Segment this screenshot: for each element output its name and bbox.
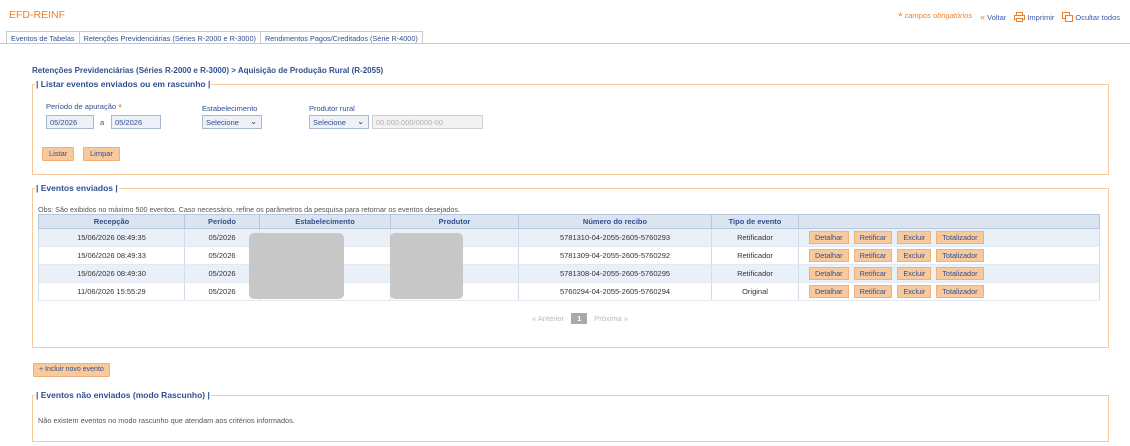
list-button[interactable]: Listar [42,147,75,161]
delete-button[interactable]: Excluir [897,249,932,262]
table-row: 11/06/2026 15:55:29 05/2026 5760294-04-2… [38,282,1100,301]
chevron-down-icon: ⌄ [250,117,257,126]
filter-legend-text: Listar eventos enviados ou em rascunho [40,79,206,89]
column-actions [798,214,1100,229]
column-reception[interactable]: Recepção [38,214,185,229]
producer-label: Produtor rural [309,104,355,113]
sent-events-legend-text: Eventos enviados [40,183,114,193]
redacted-producer [390,233,463,299]
sent-events-table: Recepção Período Estabelecimento Produto… [38,214,1100,301]
column-producer[interactable]: Produtor [390,214,519,229]
cell-reception: 15/06/2026 08:49:33 [38,246,185,265]
period-to-input[interactable]: 05/2026 [111,115,161,129]
asterisk-icon: * [898,11,903,23]
hide-all-link[interactable]: Ocultar todos [1062,12,1120,22]
totalizer-button[interactable]: Totalizador [936,231,984,244]
table-row: 15/06/2026 08:49:35 05/2026 5781310-04-2… [38,228,1100,247]
column-event-type[interactable]: Tipo de evento [711,214,799,229]
establishment-label: Estabelecimento [202,104,258,113]
establishment-select-value: Selecione [206,118,239,127]
sent-events-legend: | Eventos enviados | [36,183,118,193]
required-note: * campos obrigatórios [898,11,972,23]
redacted-establishment [249,233,344,299]
period-separator: a [100,118,105,127]
rectify-button[interactable]: Retificar [853,249,893,262]
totalizer-button[interactable]: Totalizador [936,249,984,262]
back-link-label: Voltar [987,12,1007,22]
cell-actions: Detalhar Retificar Excluir Totalizador [798,264,1100,283]
cell-receipt: 5760294-04-2055-2605-5760294 [518,282,712,301]
detail-button[interactable]: Detalhar [809,249,849,262]
detail-button[interactable]: Detalhar [809,285,849,298]
establishment-select[interactable]: Selecione ⌄ [202,115,262,129]
cell-type: Retificador [711,264,799,283]
rectify-button[interactable]: Retificar [853,267,893,280]
asterisk-icon: * [118,103,123,114]
table-row: 15/06/2026 08:49:33 05/2026 5781309-04-2… [38,246,1100,265]
column-period[interactable]: Período [184,214,260,229]
period-label-text: Período de apuração [46,102,117,111]
print-link[interactable]: Imprimir [1014,12,1054,22]
print-link-label: Imprimir [1027,12,1055,22]
hide-all-link-label: Ocultar todos [1075,12,1120,22]
table-header-row: Recepção Período Estabelecimento Produto… [38,214,1100,229]
back-link[interactable]: «Voltar [980,12,1006,22]
cell-receipt: 5781309-04-2055-2605-5760292 [518,246,712,265]
column-establishment[interactable]: Estabelecimento [259,214,391,229]
period-label: Período de apuração * [46,102,122,114]
producer-select-value: Selecione [313,118,346,127]
draft-empty-message: Não existem eventos no modo rascunho que… [38,416,295,425]
app-title: EFD-REINF [9,9,65,21]
windows-icon [1062,12,1074,22]
cell-receipt: 5781308-04-2055-2605-5760295 [518,264,712,283]
totalizer-button[interactable]: Totalizador [936,267,984,280]
producer-select[interactable]: Selecione ⌄ [309,115,369,129]
chevron-down-icon: ⌄ [357,117,364,126]
cell-type: Retificador [711,228,799,247]
sent-events-note: Obs: São exibidos no máximo 500 eventos.… [38,205,460,214]
pagination: « Anterior 1 Próxima » [0,313,1130,324]
add-event-button[interactable]: + Incluir novo evento [33,363,110,377]
producer-document-input[interactable]: 00.000.000/0000-00 [372,115,483,129]
delete-button[interactable]: Excluir [897,231,932,244]
printer-icon [1014,12,1026,22]
delete-button[interactable]: Excluir [897,267,932,280]
filter-legend: | Listar eventos enviados ou em rascunho… [36,79,211,89]
draft-events-legend: | Eventos não enviados (modo Rascunho) | [36,390,210,400]
breadcrumb: Retenções Previdenciárias (Séries R-2000… [32,66,384,75]
double-chevron-left-icon: « [980,12,986,22]
tab-divider [0,43,1130,44]
draft-events-legend-text: Eventos não enviados (modo Rascunho) [40,390,206,400]
cell-actions: Detalhar Retificar Excluir Totalizador [798,282,1100,301]
column-receipt-number[interactable]: Número do recibo [518,214,712,229]
table-row: 15/06/2026 08:49:30 05/2026 5781308-04-2… [38,264,1100,283]
period-from-input[interactable]: 05/2026 [46,115,94,129]
rectify-button[interactable]: Retificar [853,231,893,244]
current-page[interactable]: 1 [571,313,588,324]
delete-button[interactable]: Excluir [897,285,932,298]
top-links: * campos obrigatórios «Voltar Imprimir Oc… [898,11,1120,23]
cell-actions: Detalhar Retificar Excluir Totalizador [798,228,1100,247]
cell-actions: Detalhar Retificar Excluir Totalizador [798,246,1100,265]
rectify-button[interactable]: Retificar [853,285,893,298]
cell-reception: 15/06/2026 08:49:30 [38,264,185,283]
cell-reception: 15/06/2026 08:49:35 [38,228,185,247]
cell-receipt: 5781310-04-2055-2605-5760293 [518,228,712,247]
filter-panel: | Listar eventos enviados ou em rascunho… [32,79,1109,175]
cell-reception: 11/06/2026 15:55:29 [38,282,185,301]
clear-button[interactable]: Limpar [83,147,120,161]
detail-button[interactable]: Detalhar [809,231,849,244]
next-page-link[interactable]: Próxima » [594,314,628,323]
required-note-text: campos obrigatórios [904,11,973,20]
cell-type: Retificador [711,246,799,265]
totalizer-button[interactable]: Totalizador [936,285,984,298]
cell-type: Original [711,282,799,301]
detail-button[interactable]: Detalhar [809,267,849,280]
previous-page-link[interactable]: « Anterior [532,314,564,323]
